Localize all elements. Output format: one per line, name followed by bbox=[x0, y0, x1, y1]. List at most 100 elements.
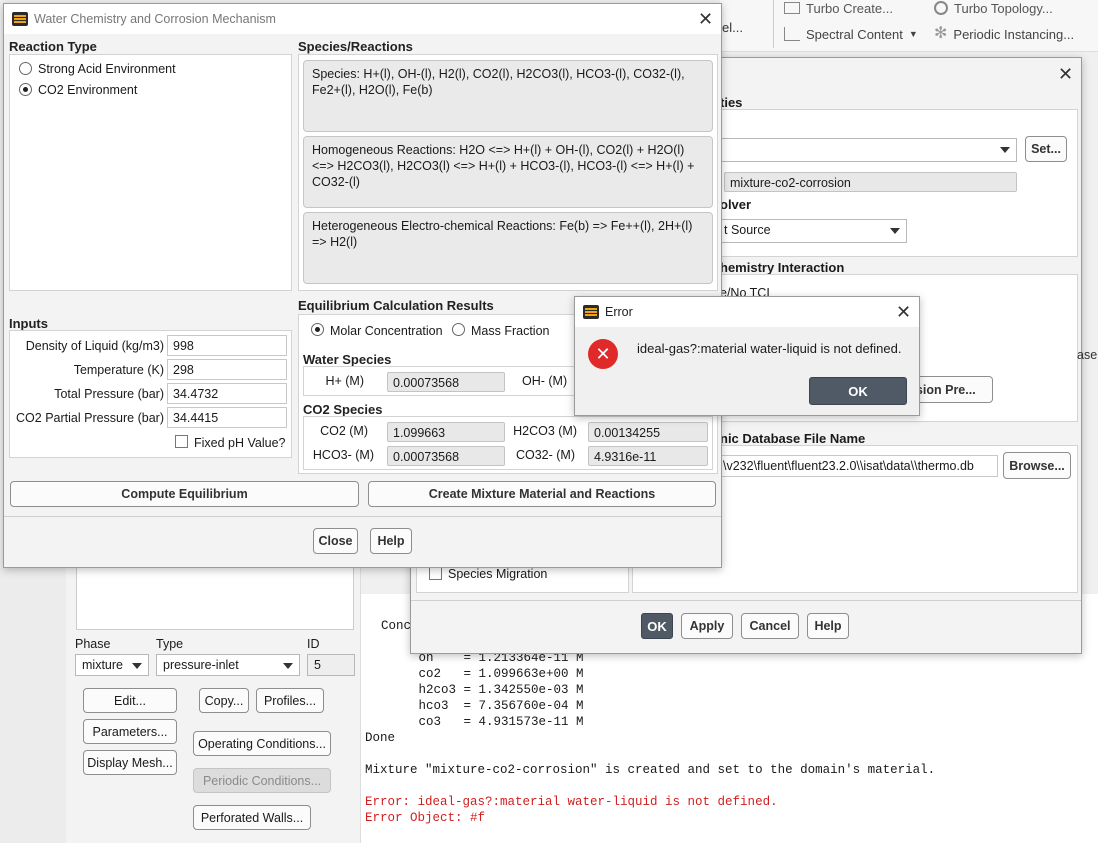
h2co3-value: 0.00134255 bbox=[588, 422, 708, 442]
chevron-down-icon bbox=[890, 228, 900, 234]
parameters-button[interactable]: Parameters... bbox=[83, 719, 177, 744]
source-dropdown[interactable]: t Source bbox=[717, 219, 907, 243]
type-dropdown[interactable]: pressure-inlet bbox=[156, 654, 300, 676]
molar-concentration-label: Molar Concentration bbox=[330, 324, 443, 338]
species-migration-checkbox[interactable] bbox=[429, 567, 442, 580]
h2co3-label: H2CO3 (M) bbox=[513, 424, 577, 438]
strong-acid-radio[interactable] bbox=[19, 62, 32, 75]
periodic-instancing-button[interactable]: ✻ Periodic Instancing... bbox=[934, 26, 1074, 42]
mass-fraction-label: Mass Fraction bbox=[471, 324, 550, 338]
total-pressure-input[interactable]: 34.4732 bbox=[167, 383, 287, 404]
database-path-field[interactable]: \v232\fluent\fluent23.2.0\\isat\data\\th… bbox=[717, 455, 998, 477]
h-plus-label: H+ (M) bbox=[325, 374, 364, 388]
equilibrium-heading: Equilibrium Calculation Results bbox=[298, 298, 494, 313]
fixed-ph-checkbox[interactable] bbox=[175, 435, 188, 448]
cancel-button[interactable]: Cancel bbox=[741, 613, 799, 639]
display-mesh-button[interactable]: Display Mesh... bbox=[83, 750, 177, 775]
set-button[interactable]: Set... bbox=[1025, 136, 1067, 162]
turbo-create-button[interactable]: Turbo Create... bbox=[784, 0, 893, 16]
error-message: ideal-gas?:material water-liquid is not … bbox=[637, 341, 902, 356]
oh-label: OH- (M) bbox=[522, 374, 568, 388]
copy-button[interactable]: Copy... bbox=[199, 688, 249, 713]
turbo-create-label: Turbo Create... bbox=[806, 0, 893, 16]
spectral-chart-icon bbox=[784, 27, 800, 41]
chevron-down-icon bbox=[283, 663, 293, 669]
material-type-dropdown[interactable] bbox=[717, 138, 1017, 162]
profiles-button[interactable]: Profiles... bbox=[256, 688, 324, 713]
co2-environment-radio[interactable] bbox=[19, 83, 32, 96]
ok-button[interactable]: OK bbox=[641, 613, 673, 639]
error-ok-button[interactable]: OK bbox=[809, 377, 907, 405]
co32-label: CO32- (M) bbox=[515, 448, 575, 462]
co2-partial-pressure-label: CO2 Partial Pressure (bar) bbox=[16, 411, 164, 425]
id-label: ID bbox=[307, 637, 320, 651]
mass-fraction-radio[interactable] bbox=[452, 323, 465, 336]
turbo-topology-button[interactable]: Turbo Topology... bbox=[934, 0, 1053, 16]
reaction-type-heading: Reaction Type bbox=[9, 39, 97, 54]
co2-environment-label: CO2 Environment bbox=[38, 83, 138, 97]
water-species-heading: Water Species bbox=[303, 352, 392, 367]
homogeneous-reactions-box: Homogeneous Reactions: H2O <=> H+(l) + O… bbox=[303, 136, 713, 208]
temperature-input[interactable]: 298 bbox=[167, 359, 287, 380]
close-button[interactable]: Close bbox=[313, 528, 358, 554]
apply-button[interactable]: Apply bbox=[681, 613, 733, 639]
phase-value: mixture bbox=[82, 658, 123, 672]
console-error-object: Error Object: #f bbox=[365, 811, 486, 825]
fan-icon: ✻ bbox=[934, 25, 948, 42]
compute-equilibrium-button[interactable]: Compute Equilibrium bbox=[10, 481, 359, 507]
molar-concentration-radio[interactable] bbox=[311, 323, 324, 336]
fixed-ph-label: Fixed pH Value? bbox=[194, 436, 286, 450]
boundary-panel: Phase Type ID mixture pressure-inlet 5 E… bbox=[66, 568, 361, 843]
operating-conditions-button[interactable]: Operating Conditions... bbox=[193, 731, 331, 756]
left-panel-bg bbox=[0, 568, 66, 843]
id-value: 5 bbox=[314, 658, 321, 672]
id-field[interactable]: 5 bbox=[307, 654, 355, 676]
solver-heading: olver bbox=[720, 197, 752, 212]
chevron-down-icon bbox=[132, 663, 142, 669]
close-icon[interactable]: ✕ bbox=[698, 10, 713, 28]
perforated-walls-button[interactable]: Perforated Walls... bbox=[193, 805, 311, 830]
console-done: Done bbox=[365, 731, 396, 745]
type-label: Type bbox=[156, 637, 184, 651]
co2-label: CO2 (M) bbox=[320, 424, 368, 438]
app-icon bbox=[583, 305, 599, 319]
species-reactions-heading: Species/Reactions bbox=[298, 39, 413, 54]
temperature-label: Temperature (K) bbox=[73, 363, 164, 377]
turbo-topology-label: Turbo Topology... bbox=[954, 0, 1053, 16]
source-value: t Source bbox=[724, 223, 771, 237]
chevron-down-icon bbox=[1000, 147, 1010, 153]
ribbon-separator bbox=[773, 0, 774, 48]
periodic-conditions-button[interactable]: Periodic Conditions... bbox=[193, 768, 331, 793]
console-line-co3: co3 = 4.931573e-11 M bbox=[381, 715, 584, 729]
edit-button[interactable]: Edit... bbox=[83, 688, 177, 713]
h-plus-value: 0.00073568 bbox=[387, 372, 505, 392]
co2-value: 1.099663 bbox=[387, 422, 505, 442]
error-icon: ✕ bbox=[588, 339, 618, 369]
hco3-label: HCO3- (M) bbox=[312, 448, 374, 462]
help-button[interactable]: Help bbox=[370, 528, 412, 554]
co32-value: 4.9316e-11 bbox=[588, 446, 708, 466]
close-icon[interactable]: ✕ bbox=[896, 303, 911, 321]
hco3-value: 0.00073568 bbox=[387, 446, 505, 466]
heterogeneous-reactions-box: Heterogeneous Electro-chemical Reactions… bbox=[303, 212, 713, 284]
browse-button[interactable]: Browse... bbox=[1003, 452, 1071, 479]
create-mixture-button[interactable]: Create Mixture Material and Reactions bbox=[368, 481, 716, 507]
help-button[interactable]: Help bbox=[807, 613, 849, 639]
zone-list[interactable] bbox=[76, 568, 354, 630]
partial-ribbon-label: el... bbox=[722, 20, 743, 35]
ribbon: el... Turbo Create... Turbo Topology... … bbox=[720, 0, 1098, 52]
close-icon[interactable]: ✕ bbox=[1058, 65, 1073, 83]
co2-partial-pressure-input[interactable]: 34.4415 bbox=[167, 407, 287, 428]
database-heading: nic Database File Name bbox=[720, 431, 866, 446]
density-input[interactable]: 998 bbox=[167, 335, 287, 356]
mixture-name-field[interactable]: mixture-co2-corrosion bbox=[724, 172, 1017, 192]
phase-dropdown[interactable]: mixture bbox=[75, 654, 149, 676]
error-dialog: Error ✕ ✕ ideal-gas?:material water-liqu… bbox=[574, 296, 920, 416]
spectral-content-button[interactable]: Spectral Content ▼ bbox=[784, 26, 918, 42]
strong-acid-label: Strong Acid Environment bbox=[38, 62, 176, 76]
turbo-create-icon bbox=[784, 2, 800, 14]
chevron-down-icon: ▼ bbox=[908, 29, 918, 39]
console-line-h2co3: h2co3 = 1.342550e-03 M bbox=[381, 683, 584, 697]
turbo-topology-icon bbox=[934, 1, 948, 15]
app-icon bbox=[12, 12, 28, 26]
